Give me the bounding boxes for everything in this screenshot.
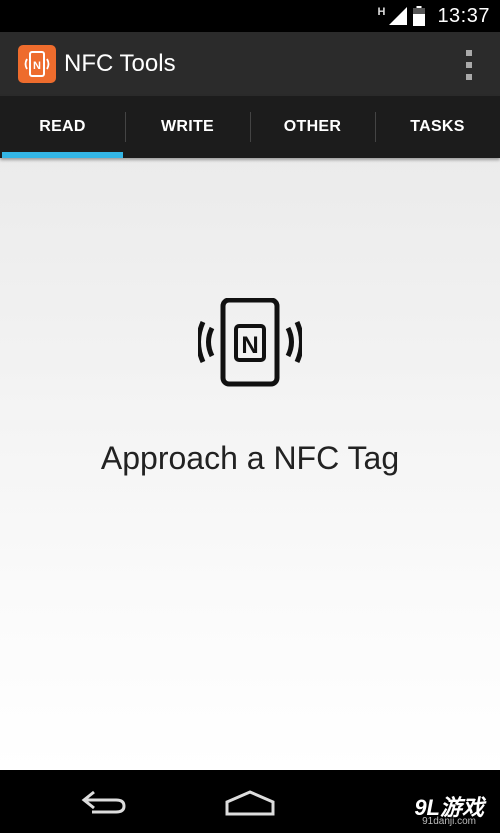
app-title: NFC Tools: [64, 50, 176, 77]
tab-tasks[interactable]: TASKS: [375, 96, 500, 158]
svg-text:N: N: [241, 332, 258, 359]
back-icon[interactable]: [80, 788, 128, 816]
overflow-dot: [466, 50, 472, 56]
svg-text:N: N: [33, 60, 41, 72]
navigation-bar: 9L游戏 91danji.com: [0, 770, 500, 833]
nfc-phone-icon: N: [198, 298, 302, 387]
tab-other[interactable]: OTHER: [250, 96, 375, 158]
overflow-menu-icon[interactable]: [464, 50, 474, 80]
approach-tag-message: Approach a NFC Tag: [100, 440, 400, 476]
status-icons: H 13:37: [377, 5, 490, 28]
tab-read[interactable]: READ: [0, 96, 125, 158]
home-icon[interactable]: [225, 790, 275, 816]
overflow-dot: [466, 74, 472, 80]
battery-icon: [413, 6, 426, 26]
signal-icon: [389, 7, 408, 25]
action-bar: N NFC Tools: [0, 32, 500, 96]
watermark-url: 91danji.com: [422, 816, 476, 827]
overflow-dot: [466, 62, 472, 68]
tab-write[interactable]: WRITE: [125, 96, 250, 158]
read-panel: N Approach a NFC Tag: [0, 158, 500, 770]
network-type-indicator: H: [377, 6, 386, 18]
app-icon[interactable]: N: [18, 45, 56, 83]
nfc-app-icon: N: [24, 51, 50, 77]
status-bar: H 13:37: [0, 0, 500, 32]
tab-bar: READ WRITE OTHER TASKS: [0, 96, 500, 158]
clock: 13:37: [437, 4, 490, 27]
